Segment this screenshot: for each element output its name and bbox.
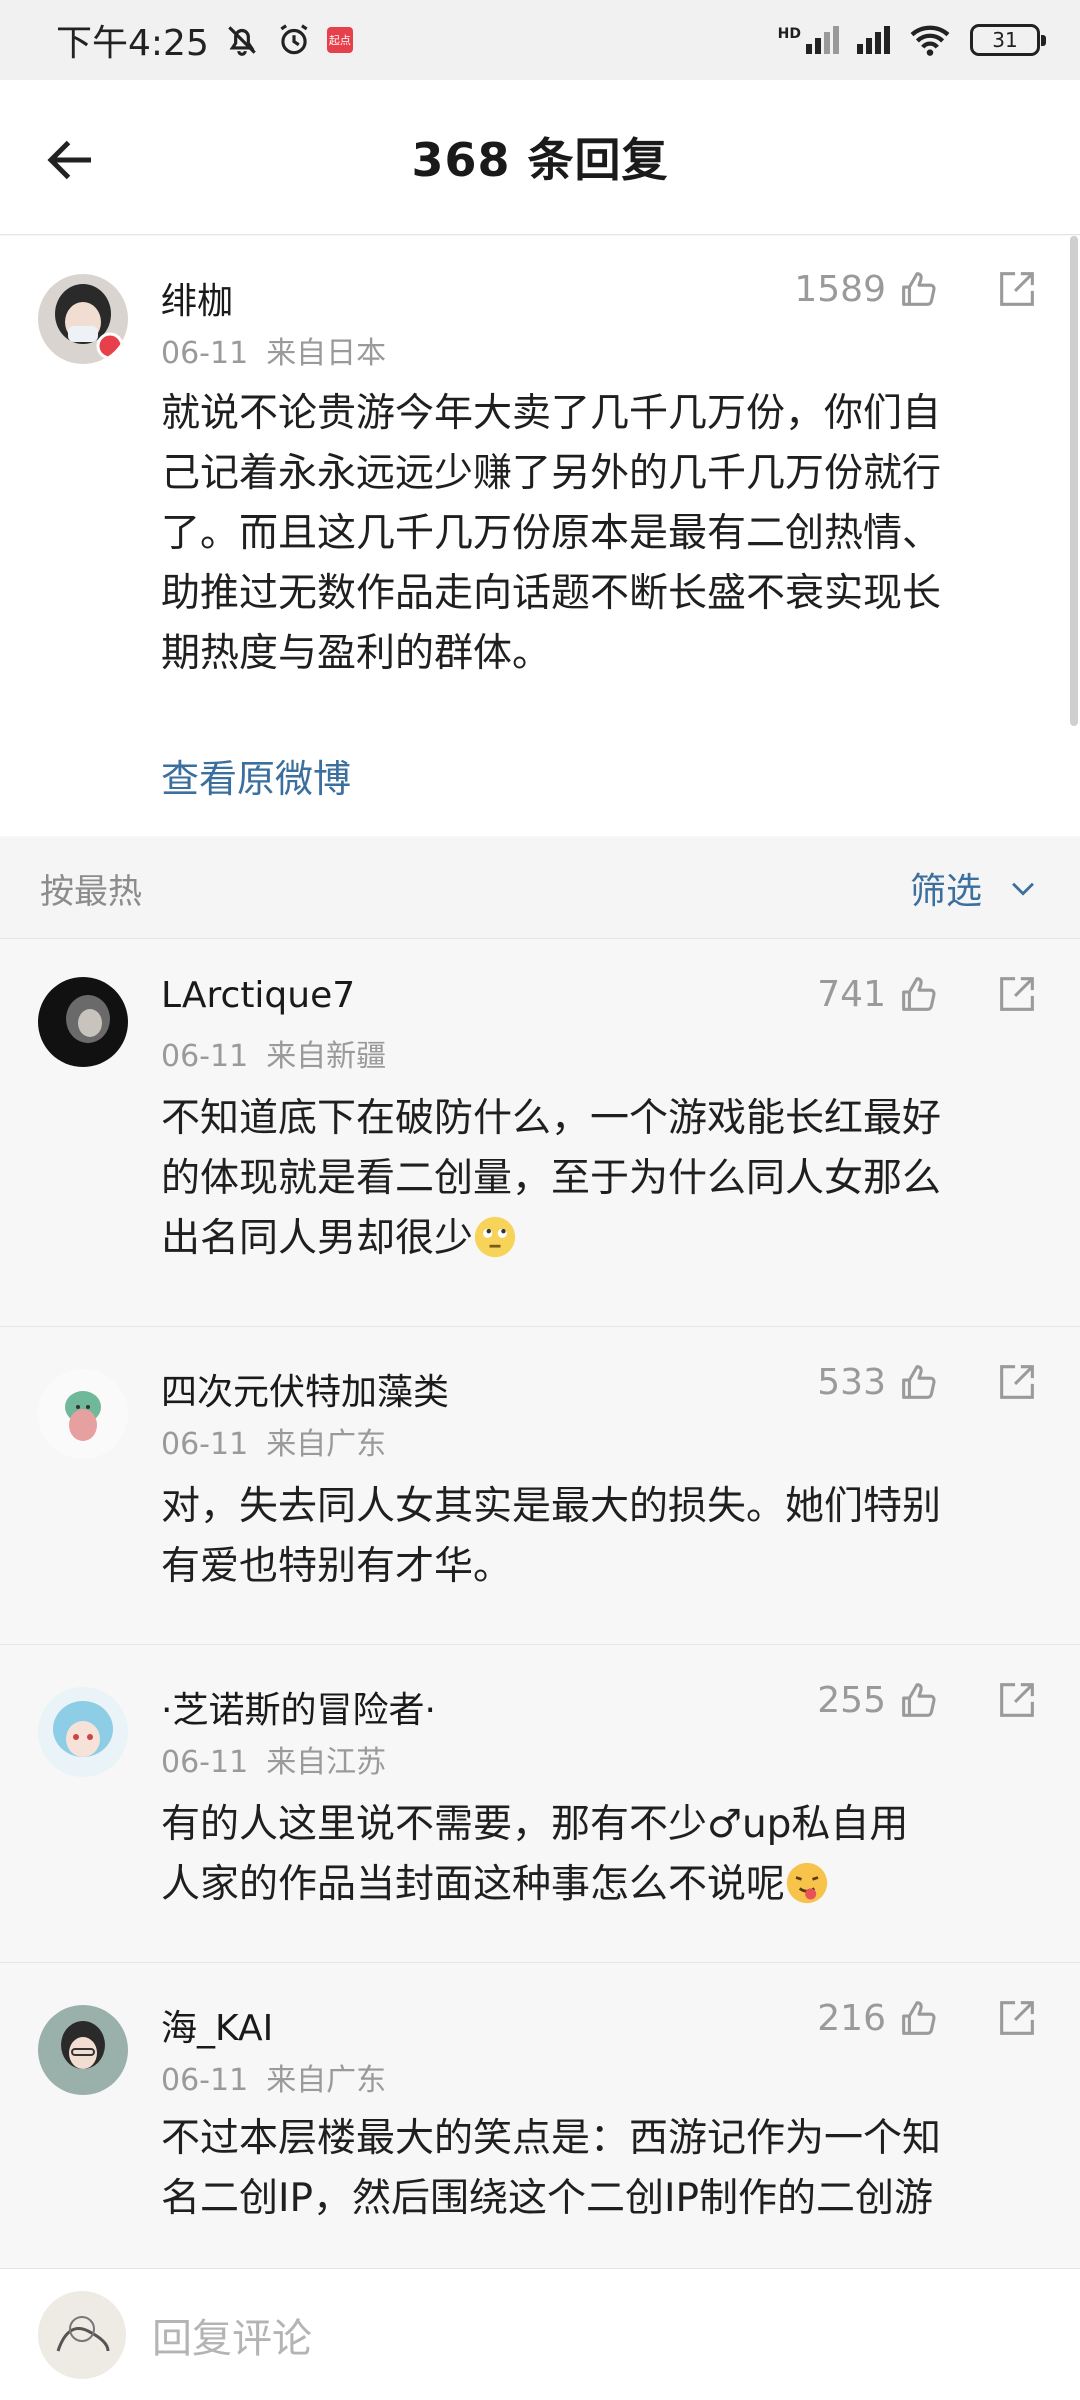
avatar[interactable] <box>38 1369 128 1459</box>
comment-location: 来自广东 <box>266 1427 387 1462</box>
comment-date: 06-11 <box>161 1427 249 1462</box>
sort-label[interactable]: 按最热 <box>40 864 142 913</box>
post-body: 就说不论贵游今年大卖了几千几万份，你们自 己记着永永远远少赚了另外的几千几万份就… <box>161 384 1041 684</box>
list-item: LArctique7 06-11 来自新疆 741 不知道底下在破防什么，一个游戏… <box>0 938 1080 1326</box>
comment-location: 来自江苏 <box>266 1745 387 1780</box>
status-time: 下午4:25 <box>56 23 209 64</box>
eyeroll-emoji-icon <box>474 1216 516 1258</box>
thumbs-up-icon[interactable] <box>896 266 942 312</box>
mute-bell-icon <box>228 26 256 56</box>
list-item: 海_KAI 06-11 来自广东 216 不过本层楼最大的笑点是：西游记作为一个知… <box>0 1962 1080 2268</box>
share-icon[interactable] <box>994 266 1040 312</box>
avatar[interactable] <box>38 1687 128 1777</box>
status-bar: 下午4:25 起点 HD 31 <box>0 0 1080 80</box>
comment-body: 对，失去同人女其实是最大的损失。她们特别 有爱也特别有才华。 <box>161 1477 1041 1597</box>
post-line: 己记着永永远远少赚了另外的几千几万份就行 <box>161 451 942 496</box>
like-count: 255 <box>817 1679 886 1721</box>
comment-location: 来自广东 <box>266 2063 387 2098</box>
comment-line: 不知道底下在破防什么，一个游戏能长红最好 <box>161 1096 942 1141</box>
view-original-link[interactable]: 查看原微博 <box>161 748 351 803</box>
filter-button[interactable]: 筛选 <box>910 862 1040 914</box>
alarm-icon <box>280 24 308 55</box>
share-icon[interactable] <box>994 1995 1040 2041</box>
comment-actions: 216 <box>817 1995 1040 2041</box>
filter-label: 筛选 <box>909 871 982 912</box>
post-line: 了。而且这几千几万份原本是最有二创热情、 <box>161 511 942 556</box>
post-line: 期热度与盈利的群体。 <box>161 631 552 676</box>
battery-level: 31 <box>992 28 1018 52</box>
avatar[interactable] <box>38 977 128 1067</box>
like-count: 1589 <box>794 268 886 310</box>
original-comment: 绯枷 06-11 来自日本 1589 就说不论贵游今年大卖了几千几万份，你们自 己… <box>0 236 1080 836</box>
chevron-down-icon <box>1012 882 1034 896</box>
comment-body: 不知道底下在破防什么，一个游戏能长红最好 的体现就是看二创量，至于为什么同人女那… <box>161 1089 1041 1269</box>
like-count: 533 <box>817 1361 886 1403</box>
list-item: ·芝诺斯的冒险者· 06-11 来自江苏 255 有的人这里说不需要，那有不少♂u… <box>0 1644 1080 1962</box>
comment-line: 名二创IP，然后围绕这个二创IP制作的二创游 <box>161 2176 934 2221</box>
battery-icon: 31 <box>970 24 1046 56</box>
tongue-emoji-icon <box>786 1862 828 1904</box>
post-actions: 1589 <box>794 266 1040 312</box>
share-icon[interactable] <box>994 1677 1040 1723</box>
comment-date: 06-11 <box>161 1745 249 1780</box>
wifi-icon <box>910 25 950 56</box>
reply-input[interactable]: 回复评论 <box>152 2306 312 2364</box>
scrollbar[interactable] <box>1070 236 1078 726</box>
comment-location: 来自新疆 <box>266 1039 387 1074</box>
comment-line: 出名同人男却很少 <box>161 1216 474 1261</box>
comment-date: 06-11 <box>161 2063 249 2098</box>
signal-icon <box>857 26 890 54</box>
list-item: 四次元伏特加藻类 06-11 来自广东 533 对，失去同人女其实是最大的损失。她… <box>0 1326 1080 1644</box>
share-icon[interactable] <box>994 1359 1040 1405</box>
back-arrow-icon <box>47 140 91 180</box>
comment-body: 有的人这里说不需要，那有不少♂up私自用 人家的作品当封面这种事怎么不说呢 <box>161 1795 1041 1915</box>
thumbs-up-icon[interactable] <box>896 971 942 1017</box>
post-line: 助推过无数作品走向话题不断长盛不衰实现长 <box>161 571 942 616</box>
comment-username[interactable]: ·芝诺斯的冒险者· <box>161 1681 436 1733</box>
comment-actions: 255 <box>817 1677 1040 1723</box>
like-count: 741 <box>817 973 886 1015</box>
share-icon[interactable] <box>994 971 1040 1017</box>
comment-actions: 533 <box>817 1359 1040 1405</box>
avatar[interactable] <box>38 274 128 364</box>
comment-line: 不过本层楼最大的笑点是：西游记作为一个知 <box>161 2116 942 2161</box>
thumbs-up-icon[interactable] <box>896 1995 942 2041</box>
reply-bar: 回复评论 <box>0 2268 1080 2400</box>
comment-meta: 06-11 来自广东 <box>161 2055 404 2099</box>
hd-signal-icon: HD <box>778 26 839 54</box>
comment-line: 有的人这里说不需要，那有不少♂up私自用 <box>161 1802 909 1847</box>
comment-username[interactable]: LArctique7 <box>161 975 355 1016</box>
comment-date: 06-11 <box>161 1039 249 1074</box>
comment-username[interactable]: 四次元伏特加藻类 <box>161 1363 449 1415</box>
like-count: 216 <box>817 1997 886 2039</box>
network-label: HD <box>777 26 801 42</box>
avatar[interactable] <box>38 2005 128 2095</box>
comment-actions: 741 <box>817 971 1040 1017</box>
post-date: 06-11 <box>161 336 249 371</box>
comment-body: 不过本层楼最大的笑点是：西游记作为一个知 名二创IP，然后围绕这个二创IP制作的… <box>161 2109 1041 2229</box>
comment-line: 人家的作品当封面这种事怎么不说呢 <box>161 1862 786 1907</box>
comment-username[interactable]: 海_KAI <box>161 1999 273 2051</box>
top-nav-bar: 368 条回复 <box>0 80 1080 235</box>
back-button[interactable] <box>36 125 106 195</box>
comment-meta: 06-11 来自广东 <box>161 1419 404 1463</box>
comment-meta: 06-11 来自新疆 <box>161 1031 404 1075</box>
sort-bar: 按最热 筛选 <box>0 838 1080 938</box>
thumbs-up-icon[interactable] <box>896 1677 942 1723</box>
post-username[interactable]: 绯枷 <box>161 272 233 324</box>
post-line: 就说不论贵游今年大卖了几千几万份，你们自 <box>161 391 942 436</box>
post-meta: 06-11 来自日本 <box>161 328 404 372</box>
comment-meta: 06-11 来自江苏 <box>161 1737 404 1781</box>
thumbs-up-icon[interactable] <box>896 1359 942 1405</box>
avatar <box>38 2290 126 2379</box>
post-location: 来自日本 <box>266 336 387 371</box>
comment-line: 的体现就是看二创量，至于为什么同人女那么 <box>161 1156 942 1201</box>
app-badge-icon: 起点 <box>326 27 353 53</box>
comment-line: 有爱也特别有才华。 <box>161 1544 513 1589</box>
comment-line: 对，失去同人女其实是最大的损失。她们特别 <box>161 1484 942 1529</box>
page-title: 368 条回复 <box>411 133 669 187</box>
